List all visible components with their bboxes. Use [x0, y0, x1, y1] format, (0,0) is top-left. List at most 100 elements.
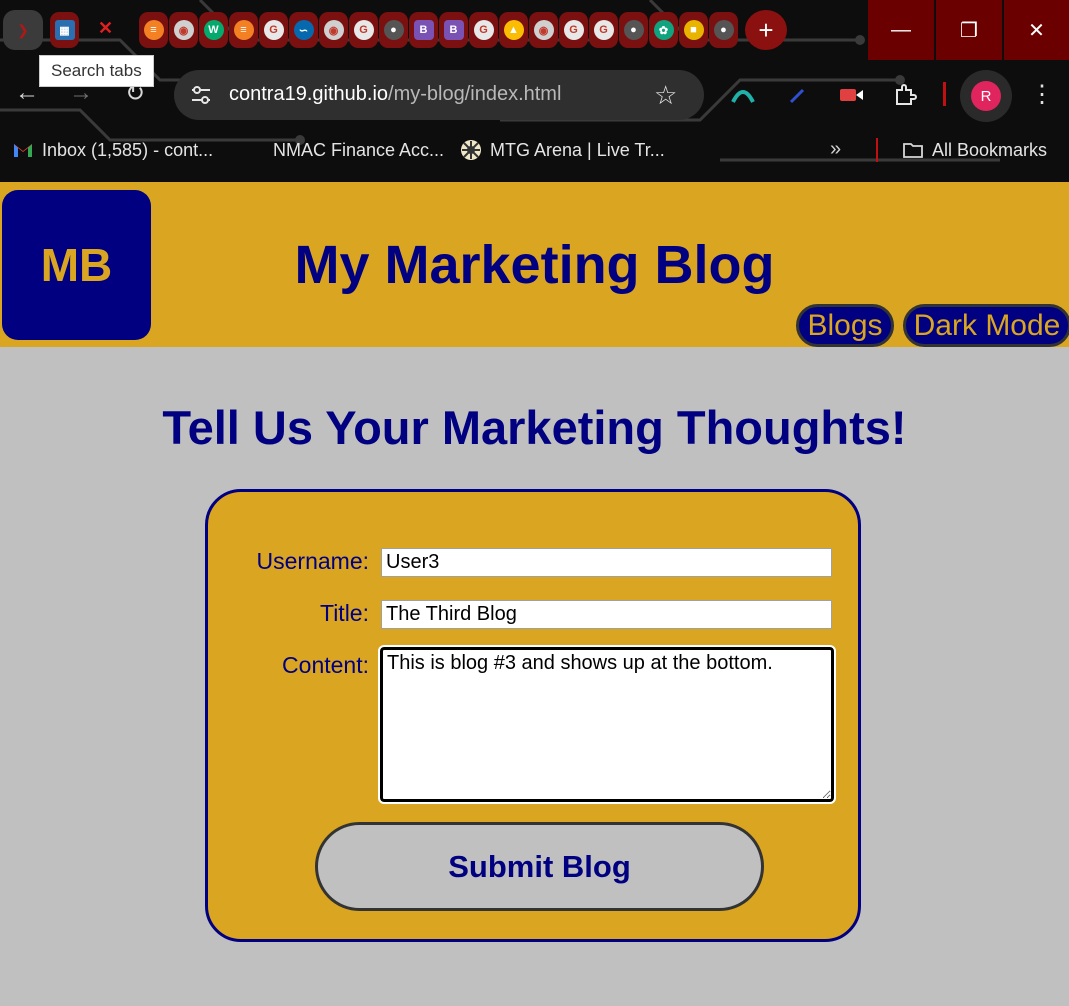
blogs-nav-button[interactable]: Blogs [796, 304, 894, 347]
title-field[interactable] [381, 600, 832, 629]
mtg-icon [461, 140, 481, 160]
plus-icon: + [758, 14, 774, 45]
url-text: contra19.github.io/my-blog/index.html [229, 83, 561, 106]
pinned-tab[interactable]: ▲ [499, 12, 528, 48]
all-bookmarks-label: All Bookmarks [932, 139, 1048, 160]
jquery-icon: ∽ [293, 20, 314, 40]
pinned-tab[interactable]: G [589, 12, 618, 48]
pinned-tab[interactable]: ■ [679, 12, 708, 48]
tooltip: Search tabs [39, 55, 154, 87]
drive-icon: ▲ [503, 20, 524, 40]
bookmark-mtg-arena[interactable]: MTG Arena | Live Tr... [460, 136, 665, 164]
bookmarks-divider [876, 138, 878, 162]
stackoverflow-icon: ≡ [233, 20, 254, 40]
pinned-tab[interactable]: ✿ [649, 12, 678, 48]
extensions-button[interactable] [893, 82, 919, 108]
chrome-icon: ◉ [533, 20, 554, 40]
pinned-tab[interactable]: ◉ [169, 12, 198, 48]
pen-icon [789, 88, 805, 104]
extension-icon[interactable] [838, 82, 864, 108]
extension-icon[interactable] [785, 82, 811, 108]
bookmark-label: Inbox (1,585) - cont... [42, 139, 214, 160]
avatar: R [971, 81, 1001, 111]
minimize-button[interactable]: — [868, 0, 934, 60]
username-field[interactable] [381, 548, 832, 577]
site-info-icon[interactable] [188, 82, 214, 108]
globe-icon: ● [383, 20, 404, 40]
back-button[interactable]: ← [12, 78, 42, 108]
browser-chrome: ❯ ▦ ✕ ≡ ◉ W ≡ G ∽ ◉ G ● B B G ▲ ◉ G G ● ✿ ■ ● + — ❐ ✕ Searc… [0, 0, 1069, 182]
bookmark-label: MTG Arena | Live Tr... [490, 139, 665, 160]
tab-search-button[interactable]: ❯ [3, 10, 43, 50]
username-label: Username: [256, 548, 369, 574]
restore-button[interactable]: ❐ [936, 0, 1002, 60]
bookmarks-bar: Inbox (1,585) - cont... NMAC Finance Acc… [0, 130, 1069, 170]
site-title: My Marketing Blog [294, 235, 775, 295]
bookmark-nmac[interactable]: NMAC Finance Acc... [243, 136, 444, 164]
blog-form: Username: Title: Content: This is blog #… [205, 489, 861, 942]
pinned-tab[interactable]: ▦ [50, 12, 79, 48]
pinned-tab[interactable]: B [409, 12, 438, 48]
pinned-tab[interactable]: G [559, 12, 588, 48]
folder-icon [903, 143, 923, 158]
toolbar-divider [943, 82, 946, 106]
restore-icon: ❐ [960, 19, 978, 42]
w3schools-icon: W [203, 20, 224, 40]
google-icon: G [473, 20, 494, 40]
globe-icon: ● [713, 20, 734, 40]
dark-mode-toggle[interactable]: Dark Mode [903, 304, 1069, 347]
address-bar[interactable]: contra19.github.io/my-blog/index.html ☆ [174, 70, 704, 120]
url-host: contra19.github.io [229, 83, 389, 105]
extension-icon[interactable] [730, 82, 756, 108]
chevron-down-icon: ❯ [17, 21, 29, 38]
browser-toolbar: ← → ↻ contra19.github.io/my-blog/index.h… [0, 66, 1069, 124]
bookmark-label: NMAC Finance Acc... [273, 139, 445, 160]
content-label: Content: [282, 652, 369, 678]
pinned-tab[interactable]: G [349, 12, 378, 48]
chrome-icon: ◉ [323, 20, 344, 40]
pinned-tab[interactable]: ● [619, 12, 648, 48]
google-icon: G [263, 20, 284, 40]
all-bookmarks-folder[interactable]: All Bookmarks [902, 136, 1047, 164]
pinned-tab[interactable]: B [439, 12, 468, 48]
pinned-tab[interactable]: ◉ [319, 12, 348, 48]
tab-strip: ❯ ▦ ✕ ≡ ◉ W ≡ G ∽ ◉ G ● B B G ▲ ◉ G G ● ✿ ■ ● + — ❐ ✕ [0, 0, 1069, 62]
bookmark-gmail[interactable]: Inbox (1,585) - cont... [12, 136, 213, 164]
google-icon: G [353, 20, 374, 40]
pinned-tab[interactable]: G [469, 12, 498, 48]
stackoverflow-icon: ≡ [143, 20, 164, 40]
bootstrap-icon: B [413, 20, 434, 40]
close-window-button[interactable]: ✕ [1004, 0, 1069, 60]
wave-logo-icon [731, 90, 755, 103]
chrome-icon: ◉ [173, 20, 194, 40]
close-icon[interactable]: ✕ [98, 18, 113, 39]
google-icon: G [593, 20, 614, 40]
pinned-tab[interactable]: ∽ [289, 12, 318, 48]
blog-page: MB My Marketing Blog Blogs Dark Mode Tel… [0, 182, 1069, 1006]
pinned-tab[interactable]: ≡ [229, 12, 258, 48]
google-icon: G [563, 20, 584, 40]
menu-dots-icon[interactable]: ⋮ [1030, 80, 1054, 109]
pinned-tab[interactable]: ◉ [529, 12, 558, 48]
openai-icon: ✿ [653, 20, 674, 40]
bookmark-star-icon[interactable]: ☆ [654, 80, 677, 111]
pinned-tab[interactable]: ● [709, 12, 738, 48]
new-tab-button[interactable]: + [745, 10, 787, 50]
back-arrow-icon: ← [15, 79, 39, 106]
library-icon: ▦ [54, 20, 75, 40]
pinned-tab[interactable]: ≡ [139, 12, 168, 48]
close-icon: ✕ [1028, 19, 1045, 42]
bootstrap-icon: B [443, 20, 464, 40]
profile-button[interactable]: R [960, 70, 1012, 122]
pinned-tab[interactable]: G [259, 12, 288, 48]
more-bookmarks-icon[interactable]: » [830, 138, 841, 161]
minimize-icon: — [891, 18, 911, 41]
puzzle-icon [896, 84, 917, 105]
pinned-tab[interactable]: ● [379, 12, 408, 48]
pinned-tab[interactable]: W [199, 12, 228, 48]
form-heading: Tell Us Your Marketing Thoughts! [162, 401, 907, 454]
content-field[interactable]: This is blog #3 and shows up at the bott… [378, 645, 836, 804]
url-path: /my-blog/index.html [388, 83, 562, 105]
title-label: Title: [320, 600, 369, 626]
submit-blog-button[interactable]: Submit Blog [315, 822, 764, 911]
